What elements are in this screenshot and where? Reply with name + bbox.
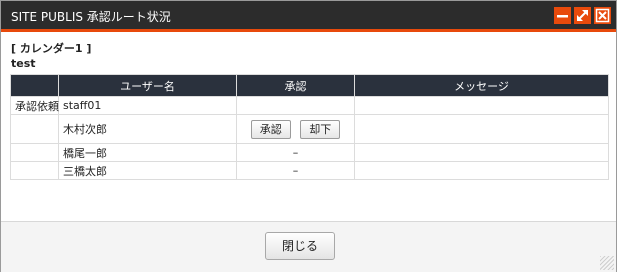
approval-cell: – <box>236 143 355 162</box>
close-icon <box>595 8 610 23</box>
role-cell <box>10 114 59 144</box>
approval-cell: 承認 却下 <box>236 114 355 144</box>
table-row: 承認依頼 staff01 <box>10 96 609 115</box>
maximize-icon <box>577 10 588 21</box>
dialog-footer: 閉じる <box>1 221 616 272</box>
role-cell <box>10 161 59 180</box>
username-cell: staff01 <box>58 96 237 115</box>
message-cell <box>354 96 609 115</box>
message-cell <box>354 114 609 144</box>
message-cell <box>354 143 609 162</box>
table-row: 三橋太郎 – <box>10 161 609 180</box>
role-cell: 承認依頼 <box>10 96 59 115</box>
maximize-button[interactable] <box>574 7 591 24</box>
approval-cell: – <box>236 161 355 180</box>
column-header-username: ユーザー名 <box>58 74 237 97</box>
window-title: SITE PUBLIS 承認ルート状況 <box>11 10 171 24</box>
role-cell <box>10 143 59 162</box>
close-window-button[interactable] <box>594 7 611 24</box>
username-cell: 木村次郎 <box>58 114 237 144</box>
subtitle: test <box>11 57 36 70</box>
message-cell <box>354 161 609 180</box>
approval-route-table: ユーザー名 承認 メッセージ 承認依頼 staff01 木村次郎 承認 却下 橋… <box>10 74 609 180</box>
dialog-content: [ カレンダー1 ] test ユーザー名 承認 メッセージ 承認依頼 staf… <box>1 32 616 221</box>
close-button[interactable]: 閉じる <box>265 232 335 260</box>
username-cell: 三橋太郎 <box>58 161 237 180</box>
table-header-row: ユーザー名 承認 メッセージ <box>10 74 609 97</box>
approval-route-dialog: SITE PUBLIS 承認ルート状況 [ カレンダー1 ] test ユーザー… <box>0 0 617 272</box>
calendar-title: [ カレンダー1 ] <box>11 42 92 55</box>
column-header-approval: 承認 <box>236 74 355 97</box>
minimize-icon <box>557 15 568 18</box>
username-cell: 橋尾一郎 <box>58 143 237 162</box>
column-header-message: メッセージ <box>354 74 609 97</box>
title-bar[interactable]: SITE PUBLIS 承認ルート状況 <box>1 1 616 32</box>
minimize-button[interactable] <box>554 7 571 24</box>
column-header-role <box>10 74 59 97</box>
resize-grip-icon[interactable] <box>600 256 614 270</box>
reject-button[interactable]: 却下 <box>300 119 341 139</box>
table-row: 木村次郎 承認 却下 <box>10 114 609 144</box>
approval-cell <box>236 96 355 115</box>
table-row: 橋尾一郎 – <box>10 143 609 162</box>
approve-button[interactable]: 承認 <box>250 119 291 139</box>
